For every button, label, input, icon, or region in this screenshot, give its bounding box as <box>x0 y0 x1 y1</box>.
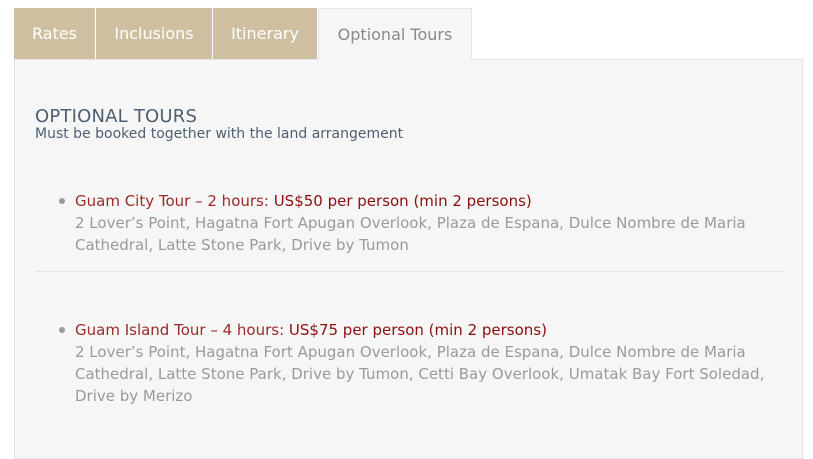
section-subtitle: Must be booked together with the land ar… <box>35 126 404 142</box>
tour-price: US$75 per person (min 2 persons) <box>288 321 547 339</box>
bullet-icon <box>59 198 65 204</box>
section-title: OPTIONAL TOURS <box>35 106 198 127</box>
tab-inclusions[interactable]: Inclusions <box>96 8 213 59</box>
tab-itinerary[interactable]: Itinerary <box>213 8 318 59</box>
tour-description: 2 Lover’s Point, Hagatna Fort Apugan Ove… <box>75 214 746 254</box>
list-item: Guam Island Tour – 4 hours: US$75 per pe… <box>55 319 805 407</box>
bullet-icon <box>59 327 65 333</box>
divider <box>35 271 783 272</box>
tab-rates[interactable]: Rates <box>14 8 96 59</box>
list-item: Guam City Tour – 2 hours: US$50 per pers… <box>55 190 785 256</box>
tour-name: Guam City Tour – 2 hours: <box>75 192 274 210</box>
tour-name: Guam Island Tour – 4 hours: <box>75 321 289 339</box>
tour-list: Guam City Tour – 2 hours: US$50 per pers… <box>55 190 785 405</box>
tab-optional-tours[interactable]: Optional Tours <box>318 8 472 60</box>
tour-description: 2 Lover’s Point, Hagatna Fort Apugan Ove… <box>75 343 765 405</box>
tour-price: US$50 per person (min 2 persons) <box>273 192 532 210</box>
tab-panel-optional-tours: OPTIONAL TOURS Must be booked together w… <box>14 59 803 459</box>
tab-bar: Rates Inclusions Itinerary Optional Tour… <box>14 8 472 60</box>
